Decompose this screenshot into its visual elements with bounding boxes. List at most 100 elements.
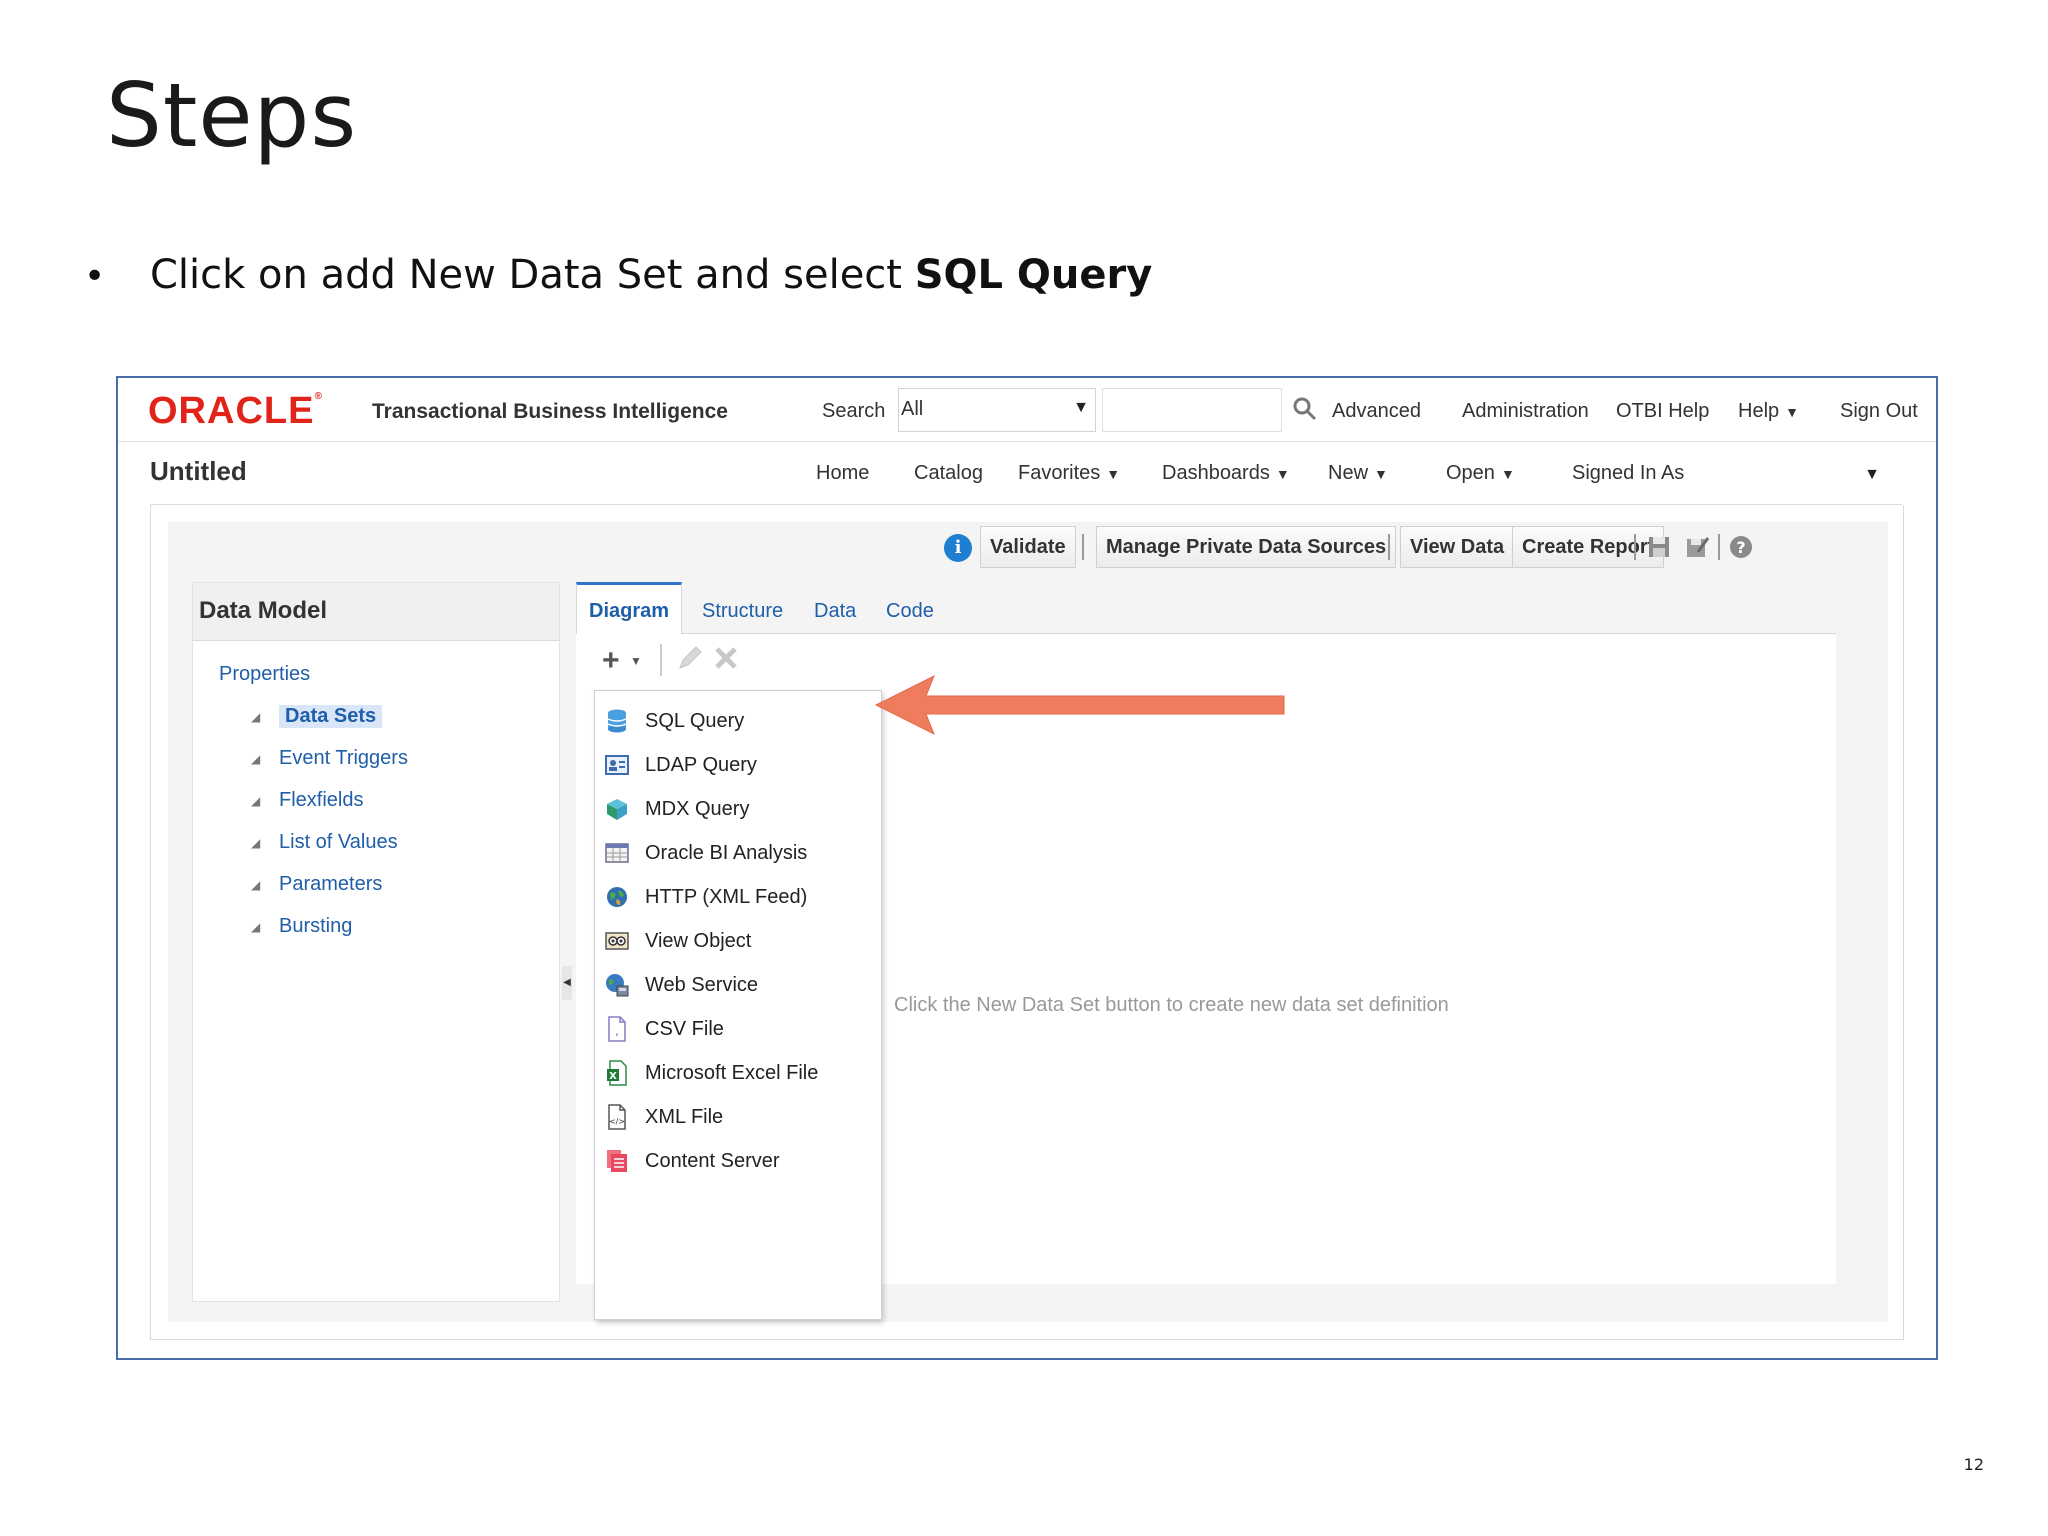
catalog-link[interactable]: Catalog	[914, 462, 983, 485]
search-input[interactable]	[1102, 388, 1282, 432]
svg-text:,: ,	[615, 1025, 619, 1038]
advanced-link[interactable]: Advanced	[1332, 400, 1421, 423]
menu-item-ldap-query[interactable]: LDAP Query	[595, 743, 881, 787]
signed-in-as-menu[interactable]: Signed In As	[1572, 462, 1684, 485]
instruction-bullet: • Click on add New Data Set and select S…	[84, 252, 1152, 298]
open-menu-label: Open	[1446, 462, 1495, 484]
save-icon[interactable]	[1646, 534, 1672, 560]
chevron-down-icon: ▼	[1106, 466, 1121, 482]
favorites-menu[interactable]: Favorites ▼	[1018, 462, 1120, 485]
menu-item-mdx-query[interactable]: MDX Query	[595, 787, 881, 831]
menu-item-sql-query[interactable]: SQL Query	[595, 699, 881, 743]
menu-item-content-server[interactable]: Content Server	[595, 1139, 881, 1183]
expand-icon[interactable]: ◢	[251, 710, 279, 724]
excel-file-icon: X	[601, 1059, 633, 1087]
search-label: Search	[822, 400, 886, 422]
editor-toolbar: i Validate Manage Private Data Sources V…	[168, 522, 1888, 582]
search-icon[interactable]	[1292, 396, 1318, 422]
chevron-down-icon[interactable]: ▼	[1864, 466, 1880, 484]
tree-item-label: Flexfields	[279, 789, 364, 811]
tree-item-list-of-values[interactable]: ◢ List of Values	[251, 831, 398, 854]
menu-item-label: SQL Query	[645, 709, 745, 732]
view-data-button[interactable]: View Data	[1400, 526, 1515, 568]
menu-item-view-object[interactable]: View Object	[595, 919, 881, 963]
toolbar-separator	[1082, 534, 1084, 560]
nav-header: Untitled Home Catalog Favorites ▼ Dashboa…	[118, 442, 1936, 504]
page-number: 12	[1963, 1455, 1984, 1474]
help-icon[interactable]: ?	[1728, 534, 1754, 560]
dashboards-menu[interactable]: Dashboards ▼	[1162, 462, 1290, 485]
new-menu[interactable]: New ▼	[1328, 462, 1388, 485]
data-model-panel: Data Model Properties ◢ Data Sets ◢ Event …	[192, 582, 560, 1302]
toolbar-separator	[660, 644, 662, 676]
expand-icon[interactable]: ◢	[251, 920, 279, 934]
menu-item-microsoft-excel-file[interactable]: X Microsoft Excel File	[595, 1051, 881, 1095]
tree-item-parameters[interactable]: ◢ Parameters	[251, 873, 382, 896]
menu-item-xml-file[interactable]: </> XML File	[595, 1095, 881, 1139]
analysis-icon	[601, 839, 633, 867]
open-menu[interactable]: Open ▼	[1446, 462, 1515, 485]
pencil-icon[interactable]	[676, 644, 704, 672]
otbi-help-link[interactable]: OTBI Help	[1616, 400, 1709, 423]
expand-icon[interactable]: ◢	[251, 794, 279, 808]
chevron-down-icon: ▼	[1374, 466, 1388, 482]
panel-splitter[interactable]: ◀	[562, 966, 572, 1000]
administration-link[interactable]: Administration	[1462, 400, 1589, 423]
menu-item-label: View Object	[645, 929, 752, 952]
tree-item-properties[interactable]: Properties	[219, 663, 310, 686]
chevron-down-icon: ▼	[1785, 404, 1799, 420]
slide-title: Steps	[106, 64, 358, 167]
save-as-icon[interactable]	[1684, 534, 1710, 560]
expand-icon[interactable]: ◢	[251, 836, 279, 850]
oracle-logo: ORACLE®	[148, 390, 323, 432]
app-name: Transactional Business Intelligence	[372, 400, 728, 423]
tree-item-bursting[interactable]: ◢ Bursting	[251, 915, 352, 938]
chevron-down-icon[interactable]: ▼	[630, 654, 642, 668]
home-link[interactable]: Home	[816, 462, 869, 485]
menu-item-label: Web Service	[645, 973, 759, 996]
menu-item-label: LDAP Query	[645, 753, 757, 776]
expand-icon[interactable]: ◢	[251, 878, 279, 892]
callout-arrow	[874, 674, 1285, 736]
menu-item-oracle-bi-analysis[interactable]: Oracle BI Analysis	[595, 831, 881, 875]
delete-icon[interactable]	[712, 644, 740, 672]
tree-item-data-sets[interactable]: ◢ Data Sets	[251, 705, 383, 728]
svg-text:X: X	[609, 1071, 617, 1082]
toolbar-separator	[1634, 534, 1636, 560]
help-menu[interactable]: Help ▼	[1738, 400, 1799, 423]
create-report-button[interactable]: Create Report	[1512, 526, 1665, 568]
menu-item-http-xml-feed[interactable]: HTTP (XML Feed)	[595, 875, 881, 919]
svg-text:?: ?	[1736, 538, 1745, 557]
svg-text:</>: </>	[609, 1117, 625, 1126]
add-data-set-button[interactable]: +	[602, 644, 620, 678]
global-header: ORACLE® Transactional Business Intellige…	[118, 378, 1936, 442]
tree-item-label: List of Values	[279, 831, 398, 853]
menu-item-csv-file[interactable]: , CSV File	[595, 1007, 881, 1051]
info-icon[interactable]: i	[944, 534, 972, 562]
help-menu-label: Help	[1738, 400, 1780, 422]
search-scope-select[interactable]: All ▼	[898, 388, 1096, 432]
document-title: Untitled	[150, 456, 247, 486]
chevron-down-icon: ▼	[1275, 466, 1290, 482]
menu-item-label: Content Server	[645, 1149, 780, 1172]
tab-code[interactable]: Code	[886, 600, 934, 623]
tree-item-label: Parameters	[279, 873, 383, 895]
tab-diagram[interactable]: Diagram	[576, 582, 682, 635]
tree-item-label: Data Sets	[279, 705, 383, 728]
menu-item-web-service[interactable]: Web Service	[595, 963, 881, 1007]
empty-canvas-hint: Click the New Data Set button to create …	[894, 994, 1449, 1016]
menu-item-label: Oracle BI Analysis	[645, 841, 808, 864]
tab-data[interactable]: Data	[814, 600, 856, 623]
sign-out-link[interactable]: Sign Out	[1840, 400, 1918, 423]
editor-tabs: Diagram Structure Data Code	[576, 582, 1836, 635]
validate-button[interactable]: Validate	[980, 526, 1076, 568]
instruction-text: Click on add New Data Set and select SQL…	[150, 252, 1152, 298]
ldap-icon	[601, 751, 633, 779]
tab-structure[interactable]: Structure	[702, 600, 783, 623]
tree-item-flexfields[interactable]: ◢ Flexfields	[251, 789, 363, 812]
manage-private-data-sources-button[interactable]: Manage Private Data Sources	[1096, 526, 1397, 568]
tree-item-event-triggers[interactable]: ◢ Event Triggers	[251, 747, 408, 770]
bullet-dot: •	[84, 256, 106, 297]
cube-icon	[601, 795, 633, 823]
expand-icon[interactable]: ◢	[251, 752, 279, 766]
